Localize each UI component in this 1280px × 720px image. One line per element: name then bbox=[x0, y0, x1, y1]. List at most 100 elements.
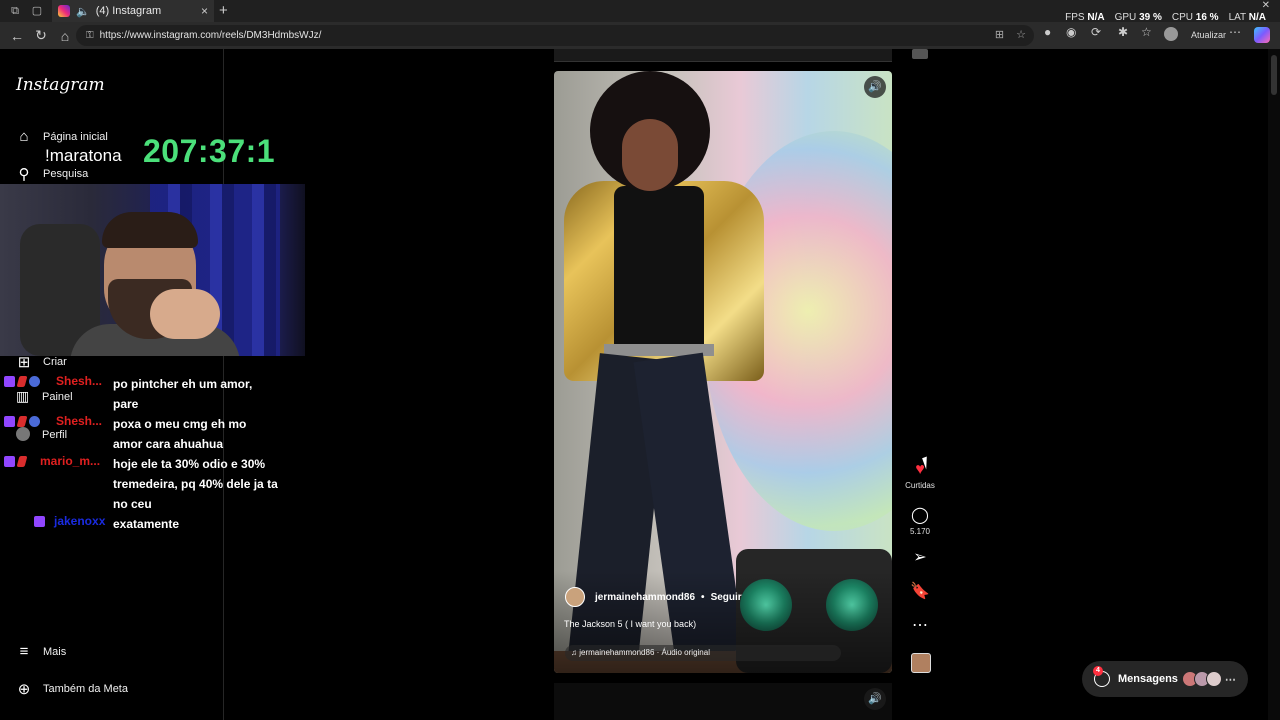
previous-reel-thumb-icon bbox=[912, 49, 928, 59]
speaker-icon[interactable]: 🔈 bbox=[76, 5, 90, 18]
browser-toolbar: ← ↻ ⌂ ⚿ https://www.instagram.com/reels/… bbox=[0, 22, 1280, 49]
browser-tab[interactable]: 🔈 (4) Instagram × bbox=[52, 0, 214, 22]
tab-actions-icon[interactable]: ▢ bbox=[30, 4, 44, 18]
audio-thumbnail[interactable] bbox=[911, 653, 931, 673]
reel-video[interactable] bbox=[554, 71, 892, 673]
reel-caption[interactable]: The Jackson 5 ( I want you back) bbox=[564, 619, 696, 629]
audio-toggle-icon[interactable]: 🔊 bbox=[864, 688, 886, 710]
performer-face bbox=[622, 119, 678, 191]
community-badge-icon bbox=[29, 376, 40, 387]
community-badge-icon bbox=[29, 416, 40, 427]
likes-label: Curtidas bbox=[905, 481, 935, 490]
split-screen-icon[interactable]: ⊞ bbox=[995, 28, 1004, 41]
marathon-label: !maratona bbox=[45, 146, 122, 165]
scrollbar-thumb[interactable] bbox=[1271, 55, 1277, 95]
nav-home[interactable]: ⌂ Página inicial bbox=[16, 128, 108, 145]
instagram-favicon-icon bbox=[58, 5, 70, 17]
send-icon: ➢ bbox=[913, 549, 927, 566]
next-reel-edge bbox=[554, 683, 892, 720]
marathon-timer: 207:37:1 bbox=[143, 133, 276, 169]
instagram-logo[interactable]: Instagram bbox=[16, 75, 105, 95]
back-icon[interactable]: ← bbox=[10, 28, 24, 44]
more-options-icon[interactable]: ⋯ bbox=[1229, 25, 1241, 39]
copilot-icon[interactable] bbox=[1254, 27, 1270, 43]
nav-create[interactable]: ⊞ Criar bbox=[16, 353, 67, 371]
messenger-icon: 4 bbox=[1093, 666, 1110, 687]
home-icon[interactable]: ⌂ bbox=[58, 28, 72, 44]
search-icon: ⚲ bbox=[18, 166, 30, 183]
nav-search[interactable]: ⚲ Pesquisa bbox=[16, 165, 89, 183]
favorites-icon[interactable]: ☆ bbox=[1141, 25, 1152, 39]
bookmark-icon: 🔖 bbox=[910, 583, 930, 600]
profile-avatar-icon[interactable] bbox=[16, 427, 30, 441]
nav-search-label: Pesquisa bbox=[43, 168, 89, 180]
nav-dashboard-label[interactable]: Painel bbox=[42, 391, 73, 403]
workspaces-icon[interactable]: ⧉ bbox=[8, 4, 22, 18]
nav-create-label: Criar bbox=[43, 356, 67, 368]
follow-button[interactable]: Seguir bbox=[711, 592, 742, 603]
menu-icon: ≡ bbox=[19, 643, 29, 660]
extension-icon[interactable]: ● bbox=[1044, 25, 1051, 39]
reel-audio-link[interactable]: ♫ jermainehammond86 · Áudio original bbox=[565, 645, 841, 661]
comment-button[interactable]: ◯ 5.170 bbox=[900, 507, 940, 536]
browser-tabbar: ⧉ ▢ 🔈 (4) Instagram × + FPS N/A GPU 39 %… bbox=[0, 0, 1280, 23]
favorite-star-icon[interactable]: ☆ bbox=[1016, 28, 1026, 41]
profile-avatar-icon[interactable] bbox=[1164, 27, 1178, 41]
twitch-badge-icon bbox=[4, 456, 15, 467]
audio-toggle-icon[interactable]: 🔊 bbox=[864, 76, 886, 98]
url-text: https://www.instagram.com/reels/DM3Hdmbs… bbox=[99, 30, 322, 41]
create-icon: ⊞ bbox=[17, 354, 31, 371]
streamer-hand bbox=[150, 289, 220, 339]
tab-title: (4) Instagram bbox=[95, 5, 162, 17]
refresh-icon[interactable]: ↻ bbox=[34, 27, 48, 44]
extension-icon[interactable]: ⟳ bbox=[1091, 25, 1101, 39]
twitch-badge-icon bbox=[4, 376, 15, 387]
previous-reel-edge bbox=[554, 49, 892, 62]
nav-profile-label[interactable]: Perfil bbox=[42, 429, 67, 441]
twitch-badge-icon bbox=[4, 416, 15, 427]
nav-meta-label: Também da Meta bbox=[43, 683, 128, 695]
page-scrollbar[interactable] bbox=[1268, 49, 1280, 720]
audio-label: jermainehammond86 · Áudio original bbox=[579, 648, 710, 657]
more-options-button[interactable]: ⋯ bbox=[900, 617, 940, 635]
chat-username: Shesh... bbox=[56, 374, 103, 388]
webcam-overlay bbox=[0, 184, 305, 356]
extensions-puzzle-icon[interactable]: ✱ bbox=[1118, 25, 1128, 39]
new-tab-icon[interactable]: + bbox=[219, 2, 228, 19]
music-note-icon: ♫ bbox=[571, 648, 577, 657]
nav-home-label: Página inicial bbox=[43, 130, 108, 143]
window-close-icon[interactable]: ✕ bbox=[1262, 0, 1270, 11]
more-icon: ⋯ bbox=[912, 617, 928, 634]
comment-icon: ◯ bbox=[911, 507, 929, 524]
address-bar[interactable]: ⚿ https://www.instagram.com/reels/DM3Hdm… bbox=[76, 25, 1034, 46]
update-button[interactable]: Atualizar bbox=[1185, 26, 1232, 44]
share-button[interactable]: ➢ bbox=[900, 549, 940, 567]
heart-icon: ♥ bbox=[915, 461, 925, 478]
chat-username: jakenoxx bbox=[54, 514, 106, 528]
nav-more[interactable]: ≡ Mais bbox=[16, 643, 67, 660]
like-button[interactable]: ♥ Curtidas bbox=[900, 461, 940, 490]
streamer-hair bbox=[102, 212, 198, 248]
chat-username: mario_m... bbox=[40, 454, 101, 468]
twitch-badge-icon bbox=[34, 516, 45, 527]
site-info-icon[interactable]: ⚿ bbox=[86, 30, 94, 41]
reel-author[interactable]: jermainehammond86 • Seguir bbox=[565, 587, 742, 607]
unread-badge: 4 bbox=[1093, 666, 1103, 676]
save-button[interactable]: 🔖 bbox=[900, 583, 940, 601]
meta-apps-icon: ⊕ bbox=[17, 681, 31, 698]
messages-button[interactable]: 4 Mensagens ⋯ bbox=[1082, 661, 1248, 697]
chat-text: po pintcher eh um amor, pare bbox=[113, 377, 253, 411]
nav-meta[interactable]: ⊕ Também da Meta bbox=[16, 680, 128, 698]
close-icon[interactable]: × bbox=[201, 4, 208, 18]
author-name[interactable]: jermainehammond86 bbox=[595, 592, 695, 603]
extension-icon[interactable]: ◉ bbox=[1066, 25, 1076, 39]
more-icon: ⋯ bbox=[1224, 673, 1236, 686]
sub-badge-icon bbox=[16, 416, 28, 427]
comments-count: 5.170 bbox=[909, 527, 931, 536]
author-avatar[interactable] bbox=[565, 587, 585, 607]
nav-more-label: Mais bbox=[43, 645, 67, 658]
black-shirt bbox=[614, 186, 704, 356]
sub-badge-icon bbox=[16, 376, 28, 387]
chat-text: poxa o meu cmg eh mo amor cara ahuahua bbox=[113, 417, 247, 451]
dashboard-icon[interactable]: ▥ bbox=[16, 388, 29, 405]
